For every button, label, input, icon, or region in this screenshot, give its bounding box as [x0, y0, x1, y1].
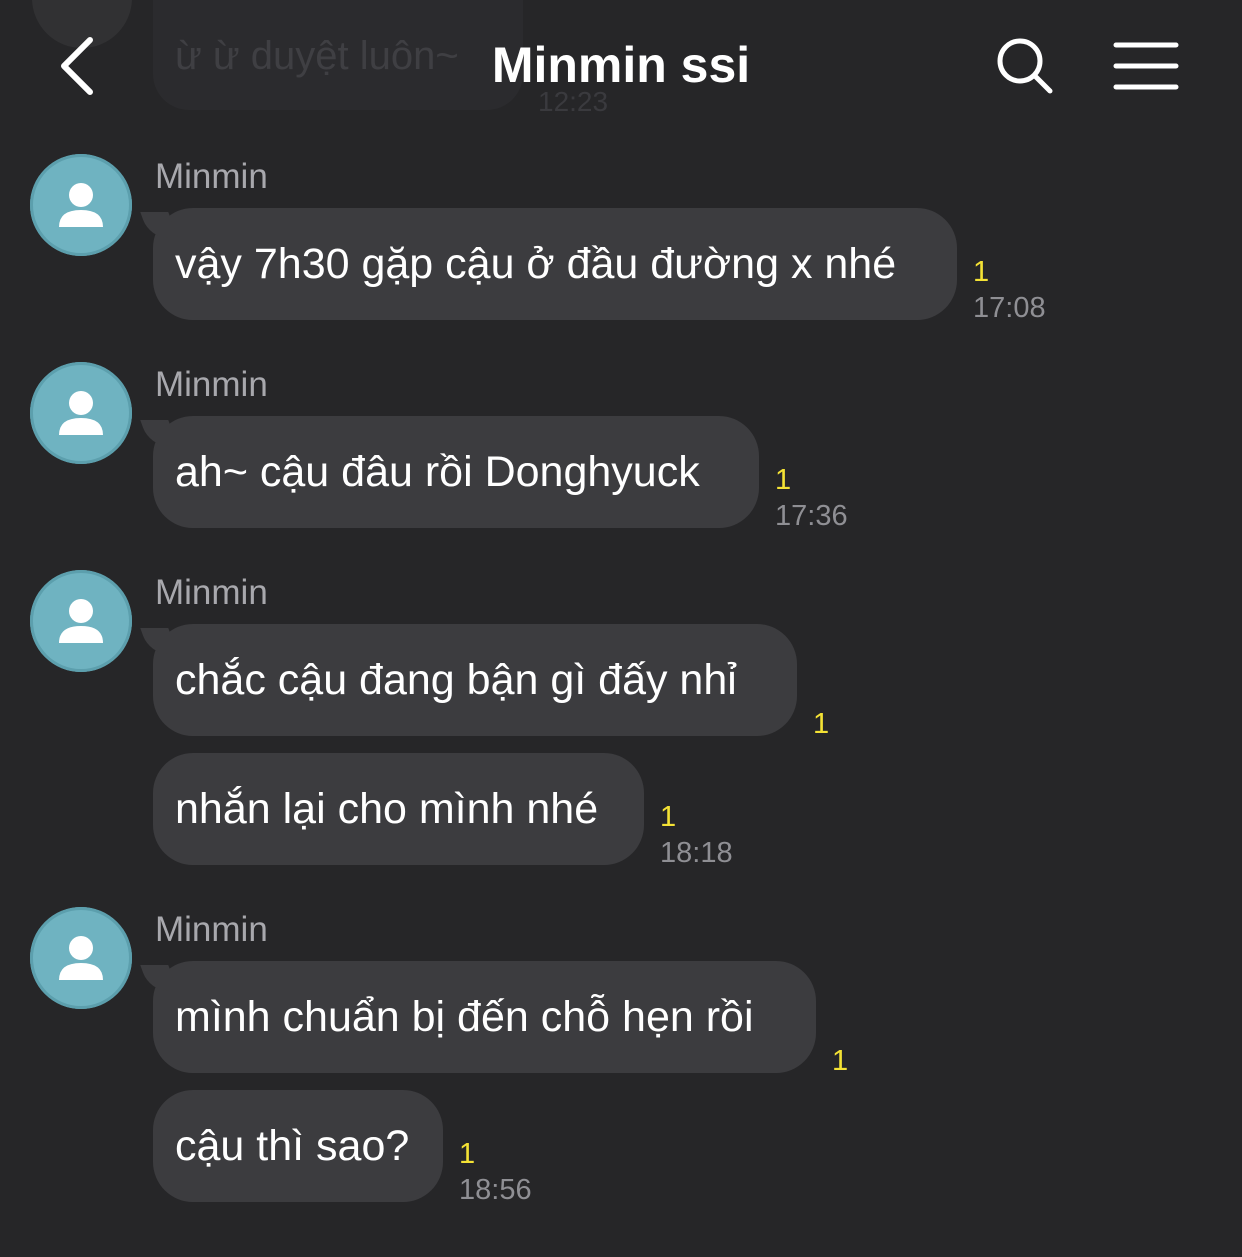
- avatar[interactable]: [30, 362, 132, 464]
- avatar[interactable]: [30, 154, 132, 256]
- message-time: 17:36: [775, 500, 848, 532]
- message-time: 18:18: [660, 837, 733, 869]
- search-button[interactable]: [995, 36, 1055, 96]
- unread-count: 1: [813, 708, 830, 740]
- search-icon: [997, 38, 1053, 94]
- unread-count: 1: [775, 464, 792, 496]
- sender-name: Minmin: [155, 157, 268, 196]
- default-user-icon: [59, 183, 103, 227]
- default-user-icon: [59, 599, 103, 643]
- chat-title: Minmin ssi: [491, 37, 751, 93]
- sender-name: Minmin: [155, 910, 268, 949]
- message-bubble[interactable]: chắc cậu đang bận gì đấy nhỉ: [153, 624, 797, 736]
- message-bubble[interactable]: nhắn lại cho mình nhé: [153, 753, 644, 865]
- message-bubble[interactable]: vậy 7h30 gặp cậu ở đầu đường x nhé: [153, 208, 957, 320]
- hamburger-menu-icon: [1113, 42, 1179, 90]
- unread-count: 1: [660, 801, 677, 833]
- default-user-icon: [59, 936, 103, 980]
- message-bubble[interactable]: ah~ cậu đâu rồi Donghyuck: [153, 416, 759, 528]
- message-bubble[interactable]: mình chuẩn bị đến chỗ hẹn rồi: [153, 961, 816, 1073]
- default-user-icon: [59, 391, 103, 435]
- sender-name: Minmin: [155, 573, 268, 612]
- message-time: 18:56: [459, 1174, 532, 1206]
- unread-count: 1: [973, 256, 990, 288]
- message-time: 17:08: [973, 292, 1046, 324]
- sender-name: Minmin: [155, 365, 268, 404]
- avatar[interactable]: [30, 570, 132, 672]
- menu-button[interactable]: [1112, 40, 1180, 92]
- unread-count: 1: [832, 1045, 849, 1077]
- unread-count: 1: [459, 1138, 476, 1170]
- message-bubble[interactable]: cậu thì sao?: [153, 1090, 443, 1202]
- avatar[interactable]: [30, 907, 132, 1009]
- chat-header: Minmin ssi: [0, 0, 1242, 135]
